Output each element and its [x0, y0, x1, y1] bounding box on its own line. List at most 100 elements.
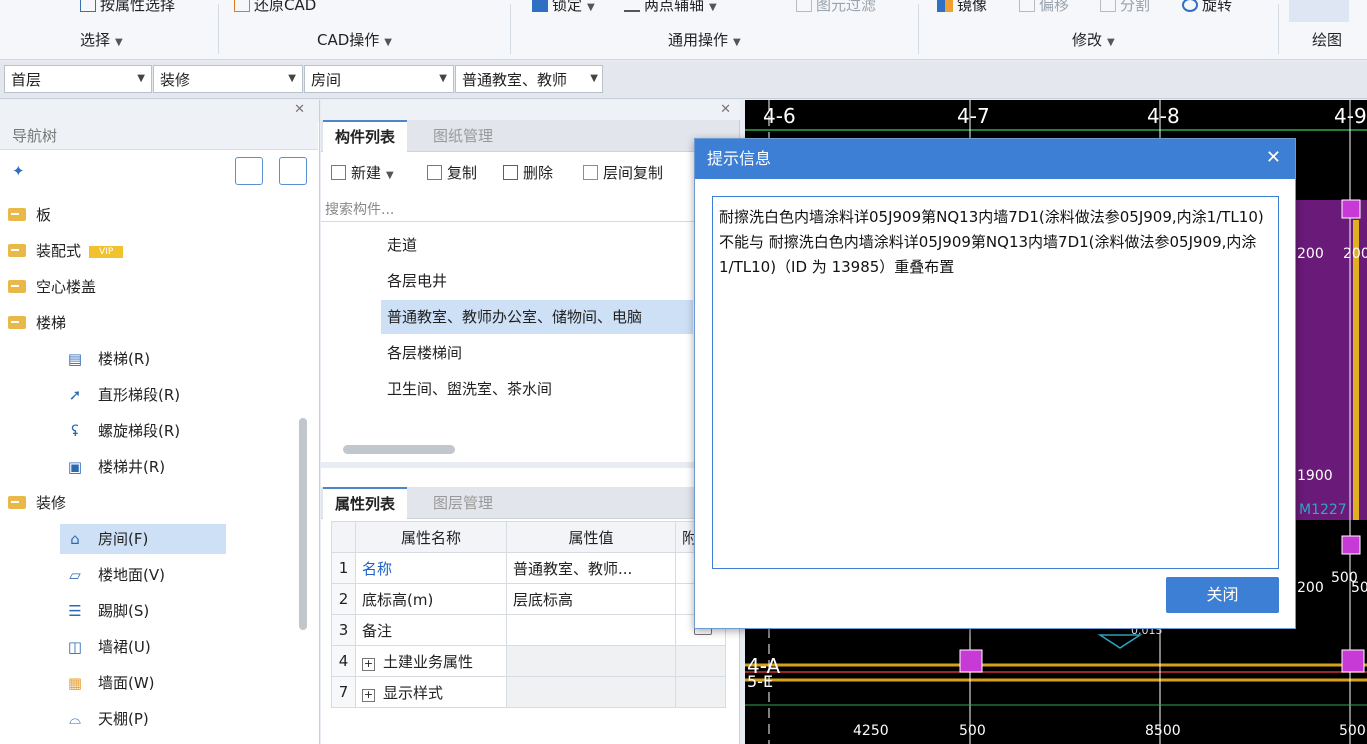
folder-icon	[8, 208, 26, 221]
table-row[interactable]: 7 + 显示样式	[331, 676, 726, 708]
floor-select[interactable]: 首层 ▼	[4, 65, 152, 93]
tree-item-stairs[interactable]: ▤ 楼梯(R)	[64, 344, 150, 374]
expand-icon[interactable]: +	[362, 688, 375, 702]
chevron-down-icon: ▼	[288, 73, 296, 84]
lock-button[interactable]: 锁定 ▼	[532, 0, 595, 16]
close-icon[interactable]: ✕	[294, 102, 305, 117]
mirror-button[interactable]: 镜像	[937, 0, 987, 16]
tab-property-list[interactable]: 属性列表	[323, 487, 408, 519]
draw-tool-preview[interactable]	[1289, 0, 1349, 22]
ribbon-separator	[1278, 4, 1279, 54]
new-icon	[331, 165, 346, 180]
tree-item-ceiling[interactable]: ⌓ 天棚(P)	[64, 704, 149, 734]
header-property-name: 属性名称	[355, 521, 507, 553]
restore-icon	[234, 0, 250, 12]
table-row[interactable]: 1 名称 普通教室、教师...	[331, 552, 726, 584]
delete-button[interactable]: 删除	[503, 162, 553, 183]
column-marker[interactable]	[959, 649, 983, 673]
tree-folder-prefab[interactable]: 装配式 VIP	[8, 236, 124, 266]
new-button[interactable]: 新建 ▼	[331, 162, 394, 183]
tree-item-wall-surface[interactable]: ▦ 墙面(W)	[64, 668, 155, 698]
nav-tree-title: 导航树	[0, 122, 318, 150]
tree-item-dado[interactable]: ◫ 墙裙(U)	[64, 632, 151, 662]
type-select[interactable]: 房间 ▼	[304, 65, 454, 93]
folder-icon	[8, 280, 26, 293]
tree-item-skirting[interactable]: ☰ 踢脚(S)	[64, 596, 149, 626]
lock-icon	[532, 0, 548, 12]
delete-icon	[503, 165, 518, 180]
offset-button[interactable]: 偏移	[1019, 0, 1069, 16]
door-tag: M1227	[1299, 502, 1347, 518]
dimension-label: 200	[1297, 580, 1324, 596]
floor-copy-button[interactable]: 层间复制	[583, 162, 663, 183]
tree-folder-hollow-slab[interactable]: 空心楼盖	[8, 272, 96, 302]
chevron-down-icon: ▼	[439, 73, 447, 84]
stairs-icon: ▤	[67, 350, 83, 368]
folder-icon	[8, 244, 26, 257]
info-dialog: 提示信息 ✕ 耐擦洗白色内墙涂料详05J909第NQ13内墙7D1(涂料做法参0…	[694, 138, 1296, 629]
component-list-panel: ✕ 构件列表 图纸管理 新建 ▼ 复制 删除 层间复制 搜索构件... 走道 各层…	[321, 100, 740, 462]
chevron-down-icon: ▼	[590, 73, 598, 84]
close-icon[interactable]: ✕	[720, 102, 731, 117]
group-general-ops[interactable]: 通用操作 ▼	[668, 29, 741, 50]
mirror-icon	[937, 0, 953, 12]
property-table: 属性名称 属性值 附 1 名称 普通教室、教师... 2 底标高(m) 层底标高…	[331, 521, 726, 708]
dimension-label: 4250	[853, 723, 889, 739]
filter-elements-button[interactable]: 图元过滤	[796, 0, 876, 16]
column-marker[interactable]	[1341, 535, 1361, 555]
tree-item-stairwell[interactable]: ▣ 楼梯井(R)	[64, 452, 165, 482]
close-icon[interactable]: ✕	[1266, 147, 1281, 168]
detail-view-icon[interactable]	[279, 157, 307, 185]
property-list-panel: 属性列表 图层管理 属性名称 属性值 附 1 名称 普通教室、教师... 2 底…	[321, 468, 740, 744]
list-item[interactable]: 卫生间、盥洗室、茶水间	[381, 372, 552, 406]
dialog-message: 耐擦洗白色内墙涂料详05J909第NQ13内墙7D1(涂料做法参05J909,内…	[712, 196, 1279, 569]
tree-item-spiral-flight[interactable]: ʢ 螺旋梯段(R)	[64, 416, 180, 446]
list-item-selected[interactable]: 普通教室、教师办公室、储物间、电脑	[381, 300, 693, 334]
category-select[interactable]: 装修 ▼	[153, 65, 303, 93]
tree-folder-finish[interactable]: 装修	[8, 488, 66, 518]
tree-item-straight-flight[interactable]: ➚ 直形梯段(R)	[64, 380, 180, 410]
list-item[interactable]: 各层电井	[381, 264, 447, 298]
split-icon	[1100, 0, 1116, 12]
group-modify[interactable]: 修改 ▼	[1072, 29, 1115, 50]
split-button[interactable]: 分割	[1100, 0, 1150, 16]
tab-layer-management[interactable]: 图层管理	[421, 487, 505, 519]
list-item[interactable]: 各层楼梯间	[381, 336, 462, 370]
list-view-icon[interactable]	[235, 157, 263, 185]
vertical-scrollbar[interactable]	[299, 418, 307, 630]
table-row[interactable]: 4 + 土建业务属性	[331, 645, 726, 677]
tree-folder-slab[interactable]: 板	[8, 200, 51, 230]
property-tabs: 属性列表 图层管理	[321, 487, 739, 519]
add-sparkle-icon[interactable]: ✦	[12, 162, 25, 180]
copy-button[interactable]: 复制	[427, 162, 477, 183]
spiral-flight-icon: ʢ	[71, 422, 79, 440]
tab-drawing-management[interactable]: 图纸管理	[421, 120, 505, 152]
floor-surface-icon: ▱	[69, 566, 81, 584]
search-component-input[interactable]: 搜索构件...	[321, 197, 701, 222]
component-select[interactable]: 普通教室、教师 ▼	[455, 65, 603, 93]
column-marker[interactable]	[1341, 649, 1365, 673]
axis-label: 4-8	[1147, 104, 1180, 128]
folder-open-icon	[8, 316, 26, 329]
tree-item-floor-surface[interactable]: ▱ 楼地面(V)	[64, 560, 165, 590]
group-select[interactable]: 选择 ▼	[80, 29, 123, 50]
rotate-button[interactable]: 旋转	[1182, 0, 1232, 16]
close-button[interactable]: 关闭	[1166, 577, 1279, 613]
horizontal-scrollbar[interactable]	[343, 445, 455, 454]
restore-cad-button[interactable]: 还原CAD	[234, 0, 316, 16]
tree-folder-stairs[interactable]: 楼梯	[8, 308, 66, 338]
axis-label: 5-E	[747, 672, 774, 691]
expand-icon[interactable]: +	[362, 657, 375, 671]
group-draw[interactable]: 绘图	[1312, 29, 1342, 50]
column-marker[interactable]	[1341, 199, 1361, 219]
group-cad-ops[interactable]: CAD操作 ▼	[317, 29, 392, 50]
two-point-axis-button[interactable]: 两点辅轴 ▼	[624, 0, 717, 16]
select-by-attribute-button[interactable]: 按属性选择	[80, 0, 175, 16]
table-row[interactable]: 3 备注	[331, 614, 726, 646]
tab-component-list[interactable]: 构件列表	[323, 120, 408, 152]
tree-item-room[interactable]: ⌂ 房间(F)	[60, 524, 226, 554]
dimension-label: 200	[1343, 246, 1367, 262]
dimension-label: 1900	[1297, 468, 1333, 484]
list-item[interactable]: 走道	[381, 228, 417, 262]
table-row[interactable]: 2 底标高(m) 层底标高	[331, 583, 726, 615]
